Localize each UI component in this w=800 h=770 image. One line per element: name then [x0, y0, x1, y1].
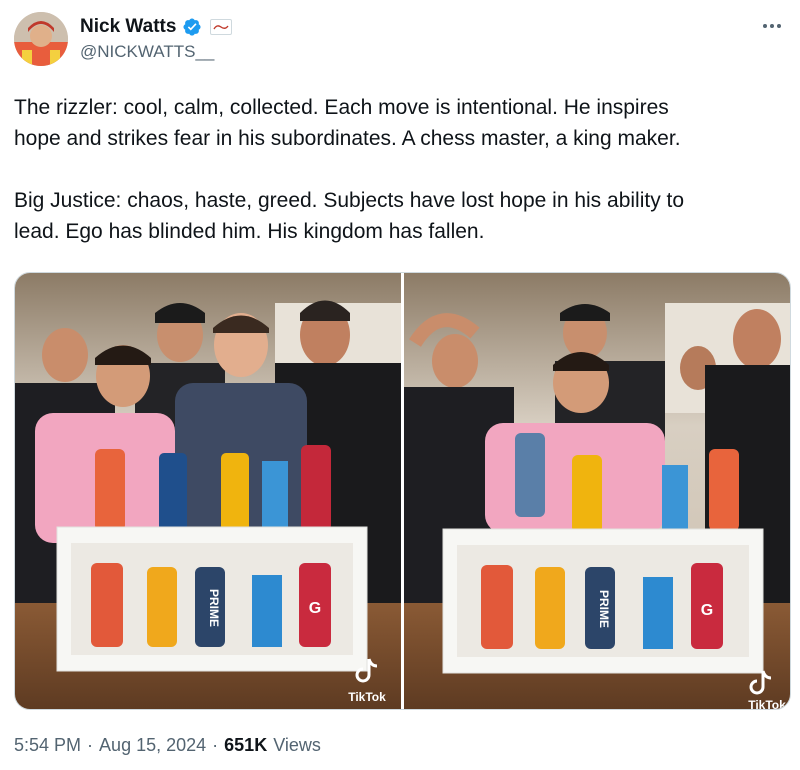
tweet-date[interactable]: Aug 15, 2024	[99, 735, 206, 756]
affiliate-badge-icon[interactable]	[210, 19, 233, 35]
tweet-meta: 5:54 PM · Aug 15, 2024 · 651K Views	[14, 735, 321, 756]
tweet-line: lead. Ego has blinded him. His kingdom h…	[14, 220, 485, 243]
video-left[interactable]: PRIME G TikTok	[15, 273, 401, 709]
author-display-name[interactable]: Nick Watts	[80, 16, 176, 38]
tiktok-watermark: TikTok	[348, 690, 386, 704]
verified-badge-icon	[183, 18, 201, 36]
bottle-label: G	[309, 600, 321, 617]
tweet-text: The rizzler: cool, calm, collected. Each…	[14, 92, 786, 247]
bottle-label: G	[701, 602, 713, 619]
meta-separator: ·	[212, 735, 219, 755]
bottle-label: PRIME	[597, 590, 611, 628]
tweet-line: The rizzler: cool, calm, collected. Each…	[14, 96, 669, 119]
author-handle[interactable]: @NICKWATTS__	[80, 42, 214, 62]
author-name-row: Nick Watts	[80, 16, 233, 38]
tweet-header: Nick Watts @NICKWATTS__	[14, 12, 786, 68]
tweet-line: hope and strikes fear in his subordinate…	[14, 127, 681, 150]
media-grid: PRIME G TikTok PRIME G TikTok	[15, 273, 790, 709]
views-count[interactable]: 651K	[224, 735, 267, 756]
tweet-media[interactable]: PRIME G TikTok PRIME G TikTok	[14, 272, 791, 710]
author-avatar[interactable]	[14, 12, 68, 66]
bottle-label: PRIME	[207, 589, 221, 627]
meta-separator: ·	[87, 735, 94, 755]
video-right[interactable]: PRIME G TikTok	[404, 273, 790, 709]
more-options-icon[interactable]	[758, 14, 786, 38]
tweet-time[interactable]: 5:54 PM	[14, 735, 81, 756]
tiktok-watermark: TikTok	[748, 698, 786, 709]
views-label: Views	[273, 735, 321, 755]
tweet-line: Big Justice: chaos, haste, greed. Subjec…	[14, 189, 685, 212]
